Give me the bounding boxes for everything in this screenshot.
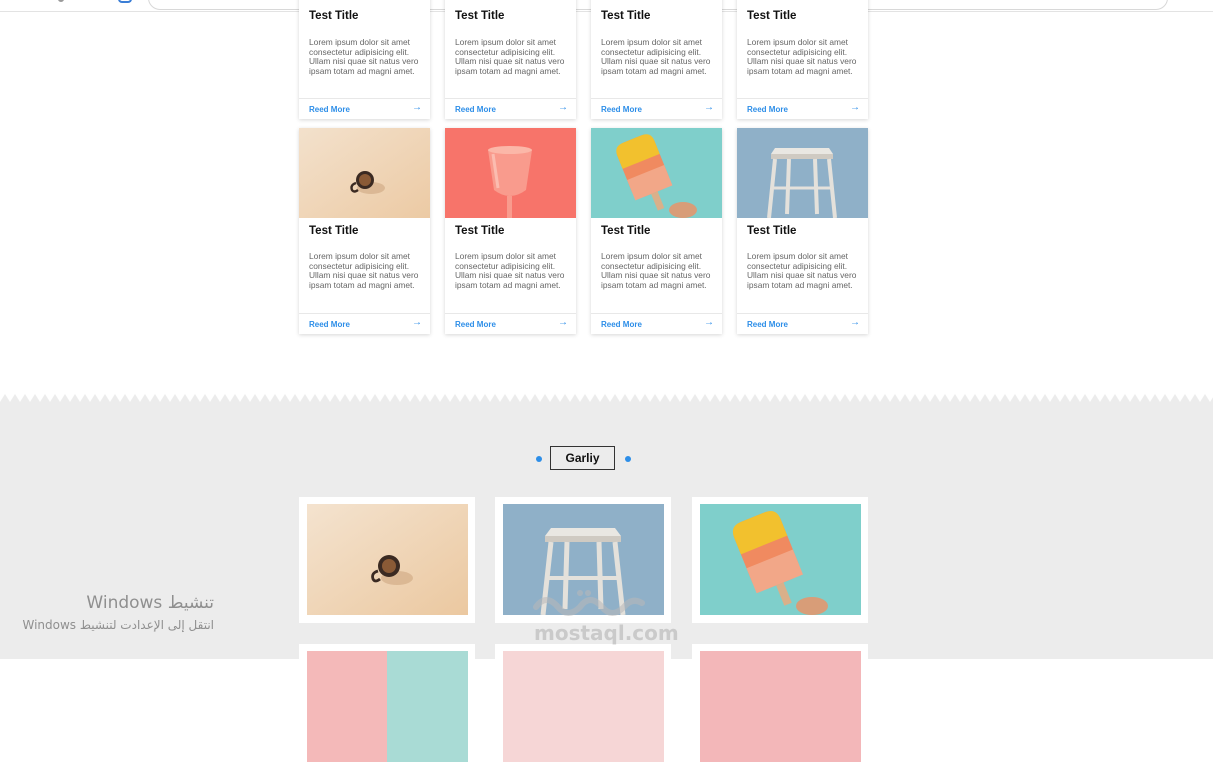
arrow-right-icon[interactable]: → bbox=[412, 317, 422, 328]
card-footer[interactable]: Reed More → bbox=[591, 98, 722, 119]
card: Test Title Lorem ipsum dolor sit amet co… bbox=[591, 128, 722, 334]
card-title: Test Title bbox=[455, 225, 505, 237]
card-title: Test Title bbox=[747, 225, 797, 237]
activation-title: تنشيط Windows bbox=[86, 593, 214, 613]
card: Test Title Lorem ipsum dolor sit amet co… bbox=[737, 0, 868, 119]
activation-hint: انتقل إلى الإعدادت لتنشيط Windows bbox=[22, 618, 214, 632]
coffee-mug-image[interactable] bbox=[299, 128, 430, 218]
card-title: Test Title bbox=[747, 10, 797, 22]
heading-dot-left bbox=[536, 456, 542, 462]
card-text: Lorem ipsum dolor sit amet consectetur a… bbox=[309, 251, 419, 291]
read-more-link[interactable]: Reed More bbox=[601, 105, 642, 114]
coffee-mug-image[interactable] bbox=[307, 504, 468, 615]
card: Test Title Lorem ipsum dolor sit amet co… bbox=[445, 0, 576, 119]
heading-dot-right bbox=[625, 456, 631, 462]
card-text: Lorem ipsum dolor sit amet consectetur a… bbox=[601, 37, 711, 77]
card-footer[interactable]: Reed More → bbox=[299, 98, 430, 119]
gallery-item[interactable] bbox=[692, 644, 868, 770]
read-more-link[interactable]: Reed More bbox=[309, 105, 350, 114]
read-more-link[interactable]: Reed More bbox=[309, 320, 350, 329]
card-text: Lorem ipsum dolor sit amet consectetur a… bbox=[309, 37, 419, 77]
read-more-link[interactable]: Reed More bbox=[455, 320, 496, 329]
read-more-link[interactable]: Reed More bbox=[747, 320, 788, 329]
browser-nav-icon[interactable] bbox=[58, 0, 64, 2]
card-text: Lorem ipsum dolor sit amet consectetur a… bbox=[601, 251, 711, 291]
arrow-right-icon[interactable]: → bbox=[558, 102, 568, 113]
card-text: Lorem ipsum dolor sit amet consectetur a… bbox=[747, 37, 857, 77]
gallery-heading: Garliy bbox=[550, 446, 615, 470]
gallery-item[interactable] bbox=[299, 497, 475, 623]
stool-image[interactable] bbox=[737, 128, 868, 218]
card-footer[interactable]: Reed More → bbox=[737, 313, 868, 334]
card-footer[interactable]: Reed More → bbox=[737, 98, 868, 119]
read-more-link[interactable]: Reed More bbox=[747, 105, 788, 114]
card-text: Lorem ipsum dolor sit amet consectetur a… bbox=[455, 37, 565, 77]
windows-activation-watermark: تنشيط Windows انتقل إلى الإعدادت لتنشيط … bbox=[0, 590, 214, 634]
mostaql-logo: mostaql.com bbox=[530, 585, 690, 645]
card-title: Test Title bbox=[309, 225, 359, 237]
card: Test Title Lorem ipsum dolor sit amet co… bbox=[445, 128, 576, 334]
arrow-right-icon[interactable]: → bbox=[704, 102, 714, 113]
card-footer[interactable]: Reed More → bbox=[591, 313, 722, 334]
pink-pastel-image[interactable] bbox=[700, 651, 861, 762]
card-title: Test Title bbox=[601, 10, 651, 22]
arrow-right-icon[interactable]: → bbox=[704, 317, 714, 328]
gallery-item[interactable] bbox=[299, 644, 475, 770]
card: Test Title Lorem ipsum dolor sit amet co… bbox=[737, 128, 868, 334]
read-more-link[interactable]: Reed More bbox=[601, 320, 642, 329]
card-title: Test Title bbox=[309, 10, 359, 22]
card-text: Lorem ipsum dolor sit amet consectetur a… bbox=[455, 251, 565, 291]
card-title: Test Title bbox=[455, 10, 505, 22]
card-title: Test Title bbox=[601, 225, 651, 237]
card-footer[interactable]: Reed More → bbox=[445, 313, 576, 334]
gallery-item[interactable] bbox=[495, 644, 671, 770]
card: Test Title Lorem ipsum dolor sit amet co… bbox=[299, 128, 430, 334]
pink-pastel-image[interactable] bbox=[307, 651, 468, 762]
card: Test Title Lorem ipsum dolor sit amet co… bbox=[591, 0, 722, 119]
browser-tab-icon[interactable] bbox=[118, 0, 132, 3]
pink-glass-image[interactable] bbox=[445, 128, 576, 218]
pink-pastel-image[interactable] bbox=[503, 651, 664, 762]
card-footer[interactable]: Reed More → bbox=[299, 313, 430, 334]
arrow-right-icon[interactable]: → bbox=[412, 102, 422, 113]
arrow-right-icon[interactable]: → bbox=[850, 102, 860, 113]
card-footer[interactable]: Reed More → bbox=[445, 98, 576, 119]
logo-text: mostaql.com bbox=[534, 621, 679, 645]
popsicle-image[interactable] bbox=[700, 504, 861, 615]
card: Test Title Lorem ipsum dolor sit amet co… bbox=[299, 0, 430, 119]
read-more-link[interactable]: Reed More bbox=[455, 105, 496, 114]
gallery-item[interactable] bbox=[692, 497, 868, 623]
popsicle-image[interactable] bbox=[591, 128, 722, 218]
arrow-right-icon[interactable]: → bbox=[850, 317, 860, 328]
card-text: Lorem ipsum dolor sit amet consectetur a… bbox=[747, 251, 857, 291]
arrow-right-icon[interactable]: → bbox=[558, 317, 568, 328]
